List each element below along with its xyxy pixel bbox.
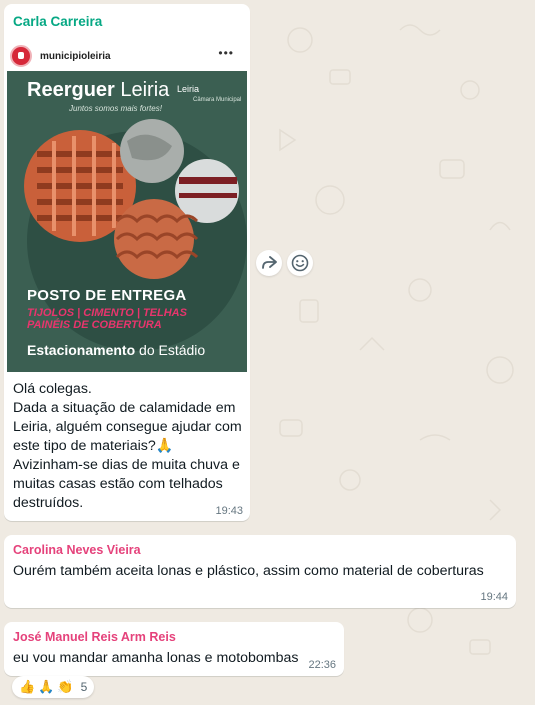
emoji-icon — [291, 254, 309, 272]
reactions-pill[interactable]: 👍 🙏 👏 5 — [12, 676, 95, 698]
sender-name[interactable]: Carla Carreira — [13, 14, 102, 29]
message-bubble-carla[interactable]: Carla Carreira municipioleiria ••• Reerg… — [4, 4, 250, 521]
sender-name[interactable]: Carolina Neves Vieira — [13, 543, 141, 557]
municipio-logo-icon — [10, 45, 32, 67]
reaction-count: 5 — [80, 680, 88, 694]
city-logo-subtext: Câmara Municipal — [193, 97, 242, 103]
embedded-post-header: municipioleiria ••• — [10, 42, 240, 70]
sender-name[interactable]: José Manuel Reis Arm Reis — [13, 630, 176, 644]
message-bubble-jose[interactable]: José Manuel Reis Arm Reis eu vou mandar … — [4, 622, 344, 676]
poster-headline: POSTO DE ENTREGA — [27, 287, 187, 304]
message-text[interactable]: Olá colegas. Dada a situação de calamida… — [13, 380, 245, 513]
message-time: 19:43 — [215, 505, 243, 517]
folded-hands-reaction: 🙏 — [38, 679, 55, 694]
message-time: 22:36 — [308, 659, 336, 671]
forward-button[interactable] — [256, 250, 282, 276]
more-options-icon[interactable]: ••• — [218, 46, 234, 60]
city-logo-text: Leiria — [177, 84, 200, 94]
post-username[interactable]: municipioleiria — [40, 51, 111, 62]
thumbs-up-reaction: 👍 — [19, 679, 36, 694]
campaign-tagline: Juntos somos mais fortes! — [69, 104, 162, 113]
forward-icon — [262, 256, 277, 269]
post-image[interactable]: Reerguer Leiria Juntos somos mais fortes… — [7, 71, 247, 372]
message-time: 19:44 — [480, 591, 508, 603]
clapping-reaction: 👏 — [57, 679, 74, 694]
poster-location: Estacionamento do Estádio — [27, 342, 206, 358]
message-text[interactable]: Ourém também aceita lonas e plástico, as… — [13, 562, 484, 581]
campaign-brand: Reerguer Leiria — [27, 79, 170, 101]
poster-materials: TIJOLOS | CIMENTO | TELHAS PAINÉIS DE CO… — [27, 307, 187, 331]
message-bubble-carolina[interactable]: Carolina Neves Vieira Ourém também aceit… — [4, 535, 516, 608]
react-emoji-button[interactable] — [287, 250, 313, 276]
message-text[interactable]: eu vou mandar amanha lonas e motobombas — [13, 649, 299, 668]
